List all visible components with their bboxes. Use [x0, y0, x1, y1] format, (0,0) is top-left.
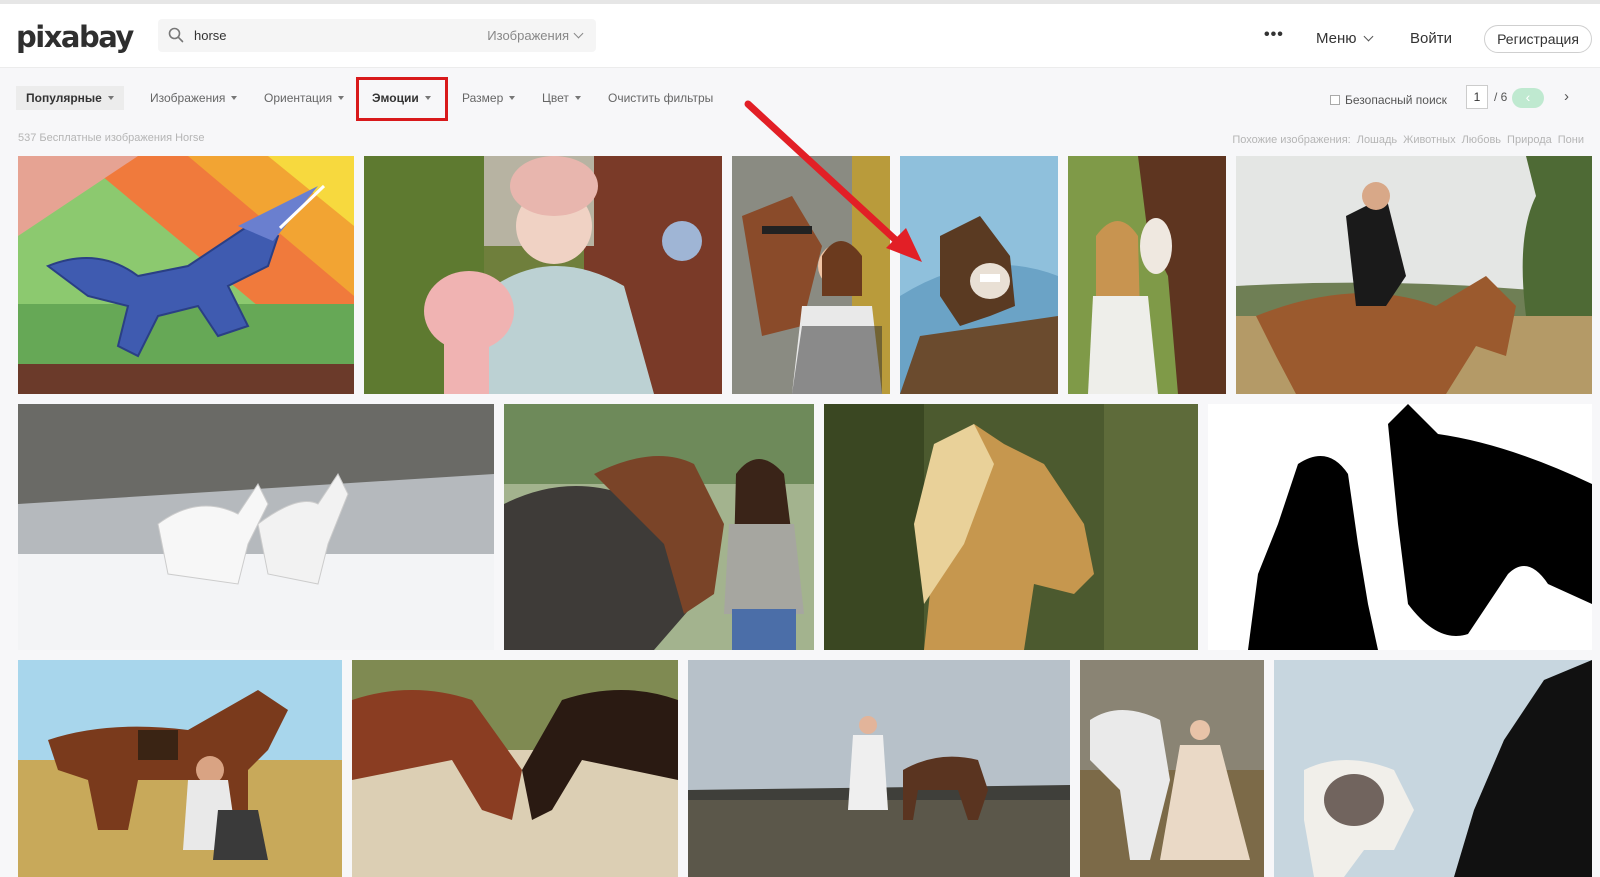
image-woman-two-horses[interactable]: [504, 404, 814, 650]
search-bar: Изображения: [158, 19, 596, 52]
filter-label: Цвет: [542, 91, 569, 105]
image-foal-and-horse[interactable]: [1274, 660, 1592, 877]
search-input[interactable]: [194, 19, 444, 52]
chevron-down-icon: [1363, 31, 1373, 42]
more-options-icon[interactable]: •••: [1264, 26, 1284, 44]
image-girl-kissing-horse[interactable]: [1068, 156, 1226, 394]
caret-down-icon: [509, 96, 516, 100]
filter-label: Размер: [462, 91, 504, 105]
image-silhouette-horse[interactable]: [1208, 404, 1592, 650]
sort-popular-dropdown[interactable]: Популярные: [16, 86, 124, 110]
filter-orientation[interactable]: Ориентация: [264, 86, 345, 110]
filter-label: Изображения: [150, 91, 226, 105]
related-tag[interactable]: Любовь: [1462, 134, 1501, 146]
related-tag[interactable]: Природа: [1507, 134, 1552, 146]
image-girl-rocking-horse[interactable]: [364, 156, 722, 394]
prev-page-button[interactable]: ‹: [1512, 88, 1544, 108]
top-header: pixabay Изображения ••• Меню Войти Регис…: [0, 0, 1600, 68]
image-cowboy-dog-horse[interactable]: [18, 660, 342, 877]
page-number-input[interactable]: 1: [1466, 85, 1488, 109]
filter-color[interactable]: Цвет: [542, 86, 581, 110]
filter-images[interactable]: Изображения: [150, 86, 238, 110]
menu-button[interactable]: Меню: [1316, 30, 1373, 47]
image-woman-dress-horse-field[interactable]: [688, 660, 1070, 877]
menu-label: Меню: [1316, 30, 1357, 47]
register-button[interactable]: Регистрация: [1484, 25, 1592, 53]
related-tag[interactable]: Пони: [1558, 134, 1584, 146]
caret-down-icon: [107, 96, 114, 100]
chevron-down-icon: [573, 28, 584, 39]
safe-search-checkbox[interactable]: [1330, 95, 1340, 105]
related-tags: Похожие изображения: Лошадь Животных Люб…: [1232, 134, 1584, 146]
search-type-label: Изображения: [487, 28, 569, 43]
filter-label: Ориентация: [264, 91, 333, 105]
sort-label: Популярные: [26, 91, 102, 105]
annotation-arrow: [744, 100, 922, 262]
filter-label: Эмоции: [372, 91, 419, 105]
pixabay-logo[interactable]: pixabay: [16, 20, 134, 54]
page-total: / 6: [1494, 90, 1508, 104]
image-palomino-horse[interactable]: [824, 404, 1198, 650]
result-count: 537 Бесплатные изображения Horse: [18, 132, 205, 144]
caret-down-icon: [338, 96, 345, 100]
image-unicorn-illustration[interactable]: [18, 156, 354, 394]
search-icon[interactable]: [168, 27, 184, 43]
image-two-horses-nuzzle[interactable]: [352, 660, 678, 877]
pixabay-page: pixabay Изображения ••• Меню Войти Регис…: [0, 0, 1600, 877]
filter-size[interactable]: Размер: [462, 86, 516, 110]
image-woman-riding-horse[interactable]: [1236, 156, 1592, 394]
related-tag[interactable]: Лошадь: [1357, 134, 1397, 146]
caret-down-icon: [424, 96, 431, 100]
safe-search-label: Безопасный поиск: [1345, 93, 1447, 107]
related-tag[interactable]: Животных: [1403, 134, 1455, 146]
caret-down-icon: [574, 96, 581, 100]
related-label: Похожие изображения:: [1232, 134, 1351, 146]
login-link[interactable]: Войти: [1410, 30, 1452, 47]
next-page-button[interactable]: ›: [1564, 88, 1569, 105]
caret-down-icon: [231, 96, 238, 100]
image-white-horses-snow[interactable]: [18, 404, 494, 650]
image-bride-white-horse[interactable]: [1080, 660, 1264, 877]
safe-search-toggle[interactable]: Безопасный поиск: [1330, 93, 1447, 107]
clear-filters-link[interactable]: Очистить фильтры: [608, 86, 713, 110]
search-type-select[interactable]: Изображения: [487, 28, 584, 43]
filter-emotions[interactable]: Эмоции: [372, 86, 431, 110]
